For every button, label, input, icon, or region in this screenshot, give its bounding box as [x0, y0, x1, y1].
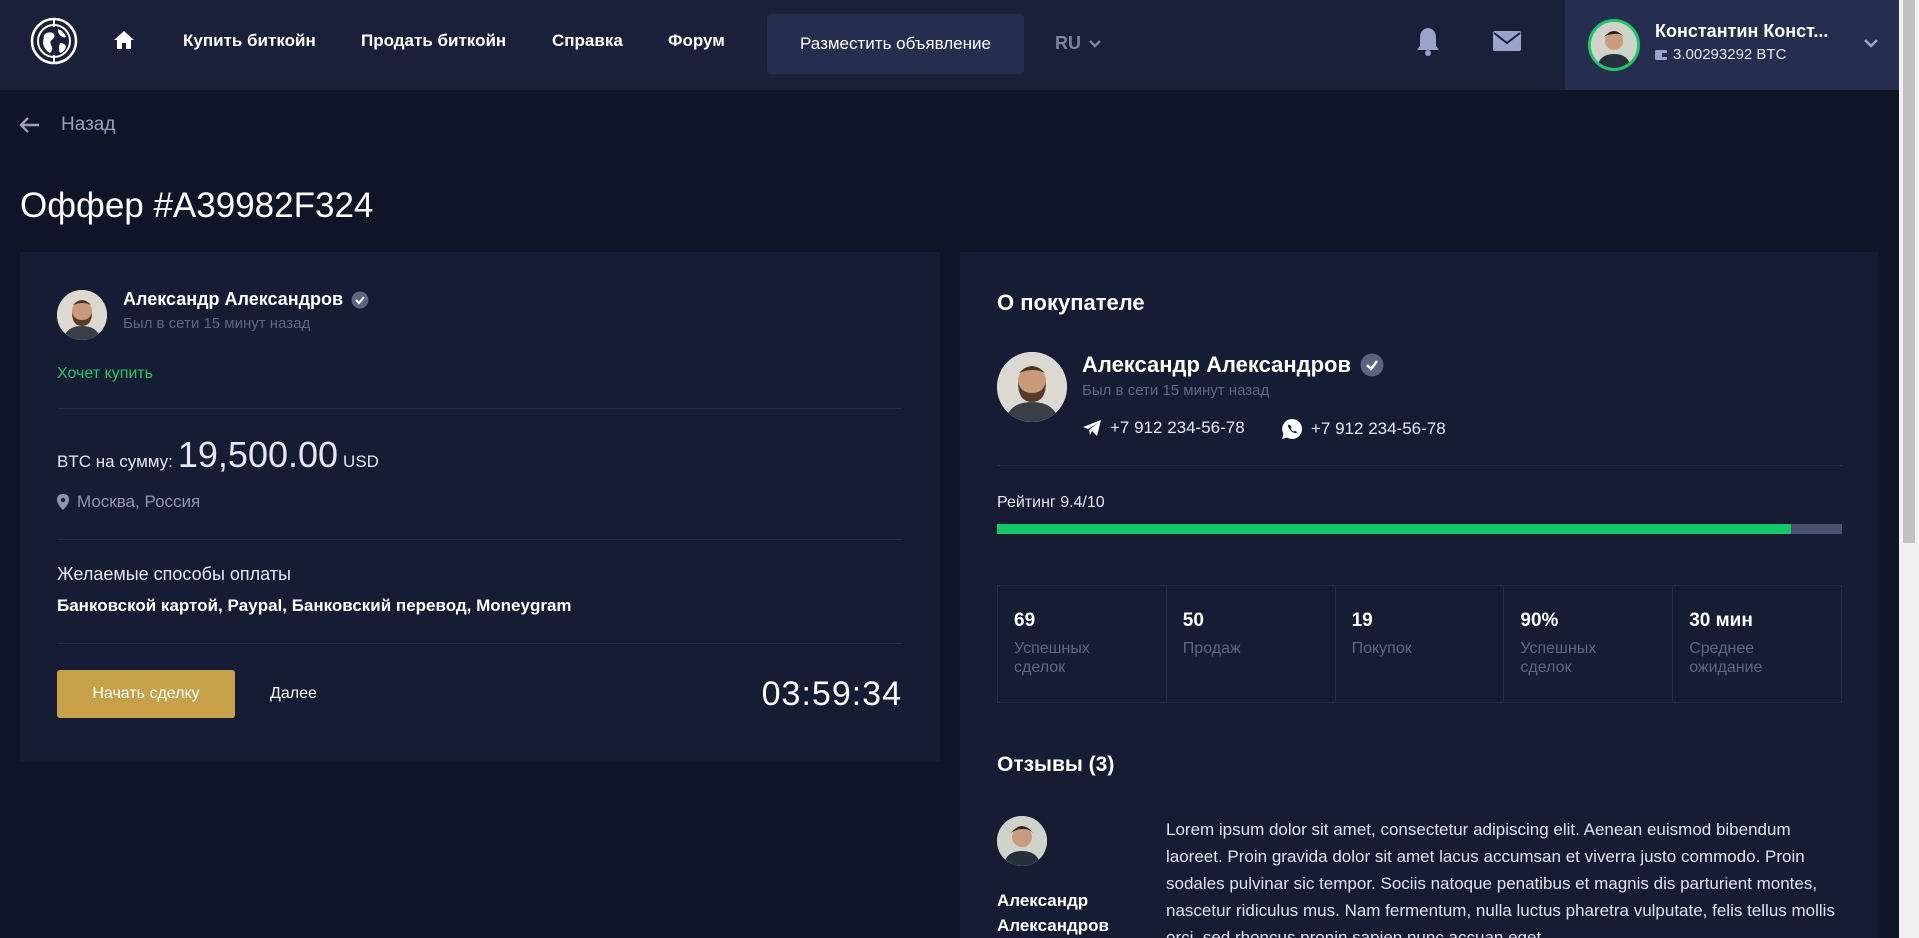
page-title: Оффер #A39982F324 — [20, 186, 374, 225]
chevron-down-icon — [1864, 39, 1878, 48]
buyer-avatar — [997, 352, 1067, 422]
buyer-status: Был в сети 15 минут назад — [1082, 382, 1270, 399]
offer-card: Александр Александров Был в сети 15 мину… — [20, 252, 940, 762]
amount-label: BTC на сумму: — [57, 452, 173, 471]
amount-value: 19,500.00 — [177, 434, 339, 475]
user-avatar — [1588, 19, 1640, 71]
telegram-contact[interactable]: +7 912 234-56-78 — [1082, 418, 1245, 438]
rating-label: Рейтинг 9.4/10 — [997, 494, 1105, 511]
language-selector[interactable]: RU — [1055, 33, 1103, 54]
seller-name: Александр Александров — [123, 289, 369, 310]
divider — [997, 465, 1842, 466]
amount-currency: USD — [343, 452, 379, 471]
user-name: Константин Конст... — [1655, 21, 1829, 41]
review-text: Lorem ipsum dolor sit amet, consectetur … — [1166, 820, 1835, 938]
home-icon[interactable] — [112, 28, 136, 52]
stat-successful-deals: 69 Успешных сделок — [998, 586, 1167, 702]
nav-buy-bitcoin[interactable]: Купить биткойн — [183, 31, 316, 51]
bell-icon[interactable] — [1414, 26, 1442, 56]
buyer-stats: 69 Успешных сделок 50 Продаж 19 Покупок … — [997, 585, 1842, 703]
offer-location: Москва, Россия — [57, 492, 200, 512]
stat-label: Среднее ожидание — [1689, 640, 1763, 676]
stat-value: 69 — [1014, 610, 1036, 631]
stat-sales: 50 Продаж — [1167, 586, 1336, 702]
page-scrollbar[interactable] — [1899, 0, 1919, 938]
arrow-left-icon — [19, 117, 39, 133]
divider — [57, 643, 902, 644]
user-balance-value: 3.00293292 BTC — [1673, 46, 1787, 63]
stat-success-rate: 90% Успешных сделок — [1504, 586, 1674, 702]
verified-badge-icon — [1360, 353, 1384, 377]
stat-value: 90% — [1520, 610, 1559, 631]
divider — [57, 408, 902, 409]
divider — [57, 539, 902, 540]
nav-forum[interactable]: Форум — [668, 31, 725, 51]
nav-sell-bitcoin[interactable]: Продать биткойн — [361, 31, 506, 51]
seller-name-text: Александр Александров — [123, 289, 344, 309]
rating-bar — [997, 524, 1842, 534]
seller-avatar — [57, 290, 107, 340]
scrollbar-thumb[interactable] — [1903, 0, 1915, 543]
stat-value: 50 — [1182, 610, 1204, 631]
language-label: RU — [1055, 33, 1081, 53]
whatsapp-number: +7 912 234-56-78 — [1311, 419, 1446, 438]
offer-intent: Хочет купить — [57, 365, 153, 382]
stat-label: Покупок — [1351, 640, 1412, 657]
stat-average-wait: 30 мин Среднее ожидание — [1673, 586, 1841, 702]
start-deal-button[interactable]: Начать сделку — [57, 670, 235, 718]
payment-methods-title: Желаемые способы оплаты — [57, 564, 291, 584]
review-author-avatar — [997, 816, 1047, 866]
rating-bar-fill — [997, 524, 1792, 534]
back-link[interactable]: Назад — [19, 114, 115, 136]
stat-label: Успешных сделок — [1014, 640, 1090, 676]
whatsapp-icon — [1282, 419, 1302, 439]
whatsapp-contact[interactable]: +7 912 234-56-78 — [1281, 418, 1446, 440]
mail-icon[interactable] — [1492, 30, 1522, 52]
user-balance: 3.00293292 BTC — [1655, 46, 1786, 63]
user-menu[interactable]: Константин Конст... 3.00293292 BTC — [1565, 0, 1899, 90]
countdown-timer: 03:59:34 — [761, 675, 902, 713]
stat-label: Успешных сделок — [1520, 640, 1597, 676]
stat-purchases: 19 Покупок — [1336, 586, 1505, 702]
next-link[interactable]: Далее — [270, 685, 317, 703]
post-ad-button[interactable]: Разместить объявление — [767, 14, 1024, 74]
offer-amount: BTC на сумму: 19,500.00 USD — [57, 434, 379, 476]
wallet-icon — [1655, 50, 1667, 60]
location-text: Москва, Россия — [77, 492, 201, 511]
review-author: Александр Александров — [997, 891, 1109, 935]
location-pin-icon — [57, 494, 69, 510]
telegram-number: +7 912 234-56-78 — [1110, 418, 1245, 437]
chevron-down-icon — [1089, 39, 1101, 48]
buyer-card: О покупателе Александр Александров Был в… — [960, 252, 1878, 938]
logo-globe-icon[interactable] — [30, 17, 78, 65]
back-label: Назад — [61, 114, 116, 135]
telegram-icon — [1083, 420, 1101, 436]
payment-methods-list: Банковской картой, Paypal, Банковский пе… — [57, 596, 572, 615]
verified-badge-icon — [351, 291, 369, 308]
buyer-section-title: О покупателе — [997, 290, 1145, 315]
seller-status: Был в сети 15 минут назад — [123, 315, 311, 332]
buyer-name: Александр Александров — [1082, 352, 1384, 378]
stat-value: 30 мин — [1689, 610, 1753, 631]
nav-help[interactable]: Справка — [552, 31, 623, 51]
stat-label: Продаж — [1182, 640, 1241, 657]
buyer-name-text: Александр Александров — [1082, 352, 1351, 377]
stat-value: 19 — [1351, 610, 1373, 631]
reviews-title: Отзывы (3) — [997, 753, 1115, 776]
top-header: Купить биткойн Продать биткойн Справка Ф… — [0, 0, 1899, 90]
